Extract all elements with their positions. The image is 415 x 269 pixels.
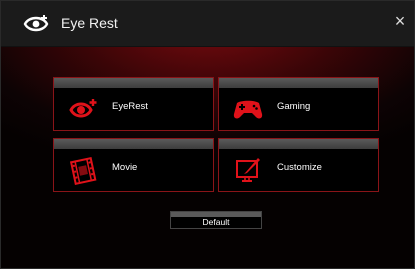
gaming-mode-button[interactable]: Gaming	[218, 77, 379, 131]
gamepad-icon	[233, 100, 263, 119]
movie-mode-button[interactable]: Movie	[53, 138, 214, 192]
tile-header-bar	[54, 139, 213, 149]
default-button[interactable]: Default	[170, 211, 262, 229]
tile-label: EyeRest	[112, 101, 148, 112]
customize-mode-button[interactable]: Customize	[218, 138, 379, 192]
tile-header-bar	[54, 78, 213, 88]
title-bar: Eye Rest ×	[1, 1, 414, 47]
close-button[interactable]: ×	[392, 11, 408, 31]
eye-rest-window: Eye Rest × EyeRest Gaming Movie Customiz…	[0, 0, 415, 269]
eyerest-mode-button[interactable]: EyeRest	[53, 77, 214, 131]
tile-header-bar	[219, 78, 378, 88]
default-button-label: Default	[202, 217, 230, 227]
eye-icon	[69, 99, 97, 118]
tile-label: Movie	[112, 162, 138, 173]
tile-label: Customize	[277, 162, 322, 173]
film-icon	[69, 156, 97, 185]
tile-label: Gaming	[277, 101, 311, 112]
tile-header-bar	[219, 139, 378, 149]
eye-rest-logo-icon	[23, 15, 49, 32]
paint-brush-icon	[236, 158, 260, 182]
window-title: Eye Rest	[61, 15, 118, 31]
